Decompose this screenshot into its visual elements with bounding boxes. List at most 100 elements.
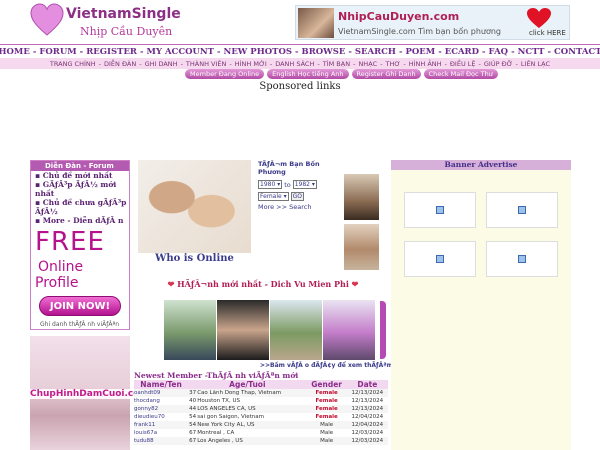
forum-link[interactable]: Chủ đề mới nhất <box>43 171 113 180</box>
nav-item-contact[interactable]: CONTACT <box>554 47 600 57</box>
next-arrow-icon[interactable] <box>380 301 386 359</box>
subnav-item[interactable]: TÌM BẠN <box>323 60 350 68</box>
new-photos-title: ❤ HÃƒÂ¬nh mới nhất - Dich Vu Mien Phi ❤ <box>167 279 359 289</box>
member-location: Cao Lãnh Dong Thap, Vietnam <box>197 389 307 397</box>
gender-select[interactable]: Female ▾ <box>258 192 289 201</box>
broken-image-icon <box>518 255 526 263</box>
subnav-item[interactable]: DANH SÁCH <box>275 60 314 68</box>
nav-item-forum[interactable]: FORUM <box>39 47 76 57</box>
nav-separator: - <box>348 46 352 57</box>
ad-slot[interactable] <box>486 192 558 228</box>
wedding-ad-label[interactable]: ChupHinhDamCuoi.com <box>30 389 149 399</box>
new-photo-strip <box>164 300 375 360</box>
member-age: 54 <box>188 421 198 429</box>
new-photo-thumb[interactable] <box>323 300 375 360</box>
member-date: 12/03/2024 <box>351 430 384 436</box>
member-name[interactable]: thocdang <box>134 397 188 405</box>
subnav-item[interactable]: GHI DANH <box>145 60 178 68</box>
nav-item-nctt[interactable]: NCTT <box>518 47 545 57</box>
member-name[interactable]: gonny82 <box>134 405 189 413</box>
subnav-item[interactable]: GIÚP ĐỠ <box>484 60 513 68</box>
member-date: 12/03/2024 <box>346 437 388 445</box>
forum-link[interactable]: GÃƒÂ³p ÃƒÂ½ mới nhất <box>35 180 116 198</box>
member-name[interactable]: oanhdt09 <box>134 389 189 397</box>
member-photo[interactable] <box>344 174 379 220</box>
who-is-online-link[interactable]: Who is Online <box>138 253 251 264</box>
table-row[interactable]: dieudieu70 54 sai gon Saigon, Vietnam Femal… <box>134 413 388 421</box>
bullet-icon: ▪ <box>35 216 43 225</box>
column-header: Date <box>346 380 388 389</box>
new-photo-thumb[interactable] <box>217 300 269 360</box>
broken-image-icon <box>436 255 444 263</box>
logo-heart-icon[interactable] <box>30 3 64 37</box>
table-row[interactable]: oanhdt09 37 Cao Lãnh Dong Thap, Vietnam Fem… <box>134 389 388 397</box>
quick-link-button[interactable]: Register Ghi Danh <box>351 69 421 79</box>
banner-click-here[interactable]: click HERE <box>529 29 566 37</box>
member-photo[interactable] <box>344 224 379 270</box>
bullet-icon: ▪ <box>35 180 43 189</box>
bullet-icon: ▪ <box>35 171 43 180</box>
subnav-separator: - <box>478 59 481 68</box>
nav-item-search[interactable]: SEARCH <box>355 47 396 57</box>
nav-item-home[interactable]: HOME <box>0 47 30 57</box>
nav-item-browse[interactable]: BROWSE <box>302 47 346 57</box>
subnav-item[interactable]: LIÊN LẠC <box>521 60 550 68</box>
broken-image-icon <box>518 206 526 214</box>
search-title: TÃƒÂ¬m Bạn Bốn Phương <box>258 160 320 176</box>
subnav-item[interactable]: HÌNH ẢNH <box>409 60 442 68</box>
nav-separator: - <box>398 46 403 57</box>
nav-item-ecard[interactable]: ECARD <box>445 47 479 57</box>
top-banner-ad[interactable]: NhipCauDuyen.com VietnamSingle.com Tìm b… <box>295 5 570 40</box>
quick-link-button[interactable]: Check Mail Đọc Thư <box>423 69 498 79</box>
table-row[interactable]: thocdang 40 Houston TX, US Female 12/13/2024 <box>134 397 388 405</box>
join-now-button[interactable]: JOIN NOW! <box>39 296 121 316</box>
nav-item-faq[interactable]: FAQ <box>489 47 509 57</box>
subnav-item[interactable]: ĐIỀU LỆ <box>450 60 476 68</box>
new-photo-thumb[interactable] <box>270 300 322 360</box>
ad-slot[interactable] <box>486 241 558 277</box>
subnav-separator: - <box>317 59 320 68</box>
nav-item-register[interactable]: REGISTER <box>86 47 137 57</box>
member-name[interactable]: frank11 <box>134 421 189 429</box>
forum-link[interactable]: More - Diễn dÃƒÂ n <box>43 216 124 225</box>
subnav-item[interactable]: THƠ <box>386 60 401 68</box>
member-date: 12/13/2024 <box>351 398 384 404</box>
subnav-separator: - <box>269 59 273 68</box>
new-photo-thumb[interactable] <box>164 300 216 360</box>
forum-link[interactable]: Chủ đề chưa gÃƒÂ³p ÃƒÂ½ <box>35 198 126 216</box>
subnav-item[interactable]: DIỄN ĐÀN <box>104 60 136 68</box>
subnav-item[interactable]: HÌNH MỚI <box>235 60 267 68</box>
subnav-item[interactable]: NHẠC <box>358 60 377 68</box>
forum-item[interactable]: ▪ More - Diễn dÃƒÂ n <box>31 216 129 225</box>
forum-item[interactable]: ▪ GÃƒÂ³p ÃƒÂ½ mới nhất <box>31 180 129 198</box>
member-name[interactable]: tudu88 <box>134 437 189 445</box>
member-name[interactable]: louis67a <box>134 429 188 437</box>
more-search-link[interactable]: More >> Search <box>258 203 343 211</box>
nav-item-my-account[interactable]: MY ACCOUNT <box>147 47 214 57</box>
table-row[interactable]: frank11 54 New York City AL, US Male 12/04/2… <box>134 421 388 429</box>
nav-item-new-photos[interactable]: NEW PHOTOS <box>224 47 292 57</box>
nav-item-poem[interactable]: POEM <box>406 47 436 57</box>
quick-link-button[interactable]: Member Đang Online <box>185 69 265 79</box>
logo-title[interactable]: VietnamSingle <box>66 6 181 22</box>
forum-item[interactable]: ▪ Chủ đề chưa gÃƒÂ³p ÃƒÂ½ <box>31 198 129 216</box>
quick-link-button[interactable]: English Học tiếng Anh <box>267 69 349 79</box>
sub-nav: TRANG CHÍNH - DIỄN ĐÀN - GHI DANH - THÀNH VIÊN… <box>0 58 600 69</box>
to-year-select[interactable]: 1982 ▾ <box>292 180 317 189</box>
ad-slot[interactable] <box>404 192 476 228</box>
subnav-separator: - <box>353 59 356 68</box>
table-row[interactable]: gonny82 44 LOS ANGELES CA, US Female 12/13/2… <box>134 405 388 413</box>
subnav-item[interactable]: TRANG CHÍNH <box>50 60 96 68</box>
go-button[interactable]: GO <box>290 192 304 201</box>
from-year-select[interactable]: 1980 ▾ <box>258 180 283 189</box>
ad-slot[interactable] <box>404 241 476 277</box>
join-subtitle[interactable]: Ghi danh thÃƒÂ nh viÃƒÂªn <box>40 321 119 328</box>
see-more-link[interactable]: >>Bấm vÃƒÂ o đÃƒÂ¢y để xem thÃƒÂªm <box>260 362 393 369</box>
profile-text: Profile <box>35 275 79 291</box>
table-row[interactable]: tudu88 67 Los Angeles , US Male 12/03/2024 <box>134 437 388 445</box>
forum-item[interactable]: ▪ Chủ đề mới nhất <box>31 171 129 180</box>
subnav-item[interactable]: THÀNH VIÊN <box>186 60 226 68</box>
member-gender: Male <box>306 421 347 429</box>
table-row[interactable]: louis67a 67 Montreal , CA Male 12/03/2024 <box>134 429 388 437</box>
member-name[interactable]: dieudieu70 <box>134 413 188 421</box>
